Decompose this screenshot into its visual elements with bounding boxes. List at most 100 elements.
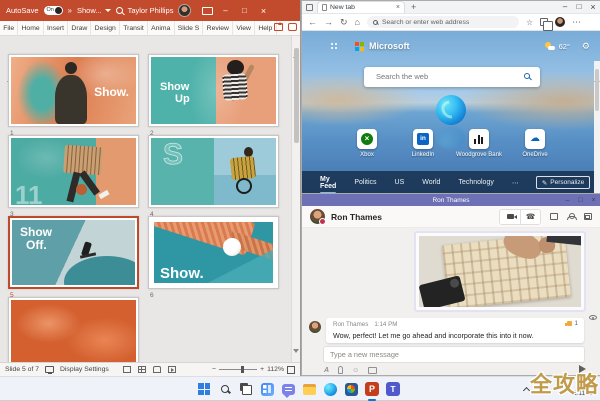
slide-panel-scrollbar[interactable]: [291, 36, 300, 362]
minimize-button[interactable]: –: [558, 2, 572, 12]
add-people-icon[interactable]: [567, 213, 575, 220]
autosave-toggle[interactable]: On: [44, 6, 63, 15]
page-scrollbar[interactable]: [594, 61, 600, 194]
feed-tab-politics[interactable]: Politics: [354, 179, 376, 186]
photos-icon[interactable]: [343, 381, 359, 397]
tab-insert[interactable]: Insert: [44, 21, 68, 36]
weather-widget[interactable]: 62°: [545, 42, 570, 51]
slide-thumbnail-4[interactable]: S: [148, 135, 279, 208]
scrollbar-thumb[interactable]: [595, 69, 599, 111]
search-icon[interactable]: [116, 7, 123, 14]
tab-view[interactable]: View: [233, 21, 255, 36]
web-search-box[interactable]: Search the web: [364, 67, 540, 87]
tab-actions-icon[interactable]: [306, 4, 313, 11]
message-sender-avatar[interactable]: [309, 321, 321, 333]
share-icon[interactable]: [274, 23, 283, 31]
powerpoint-taskbar-icon[interactable]: P: [364, 381, 380, 397]
scrollbar-thumb[interactable]: [294, 48, 299, 143]
favorites-icon[interactable]: ☆: [526, 18, 533, 27]
new-tab-button[interactable]: +: [411, 2, 416, 12]
tab-close-icon[interactable]: ×: [396, 4, 400, 11]
collections-icon[interactable]: [540, 18, 548, 26]
user-avatar[interactable]: [178, 4, 191, 17]
browser-tab-new-tab[interactable]: New tab ×: [317, 1, 405, 13]
file-explorer-icon[interactable]: [301, 381, 317, 397]
teams-taskbar-icon[interactable]: T: [385, 381, 401, 397]
personalize-button[interactable]: ✎ Personalize: [536, 176, 590, 189]
chat-message[interactable]: Ron Thames 1:14 PM 1 Wow, perfect! Let m…: [326, 318, 584, 343]
feed-tab-technology[interactable]: Technology: [458, 179, 493, 186]
tab-draw[interactable]: Draw: [68, 21, 91, 36]
comments-icon[interactable]: [288, 23, 297, 31]
contact-avatar[interactable]: [310, 209, 325, 224]
display-settings-label[interactable]: Display Settings: [60, 366, 109, 373]
tab-transitions[interactable]: Transit: [120, 21, 148, 36]
tray-chevron-icon[interactable]: [523, 387, 530, 394]
slide-thumbnail-2[interactable]: Show Up: [148, 54, 279, 127]
slide-thumbnail-6[interactable]: Show.: [148, 216, 279, 289]
back-icon[interactable]: ←: [308, 17, 317, 27]
tab-home[interactable]: Home: [18, 21, 44, 36]
format-icon[interactable]: A: [324, 367, 329, 374]
slide-sorter-icon[interactable]: [138, 366, 146, 373]
maximize-button[interactable]: □: [237, 6, 251, 15]
sent-image-message[interactable]: [414, 231, 586, 312]
audio-call-button[interactable]: ☎: [520, 210, 540, 224]
home-icon[interactable]: ⌂: [355, 17, 360, 27]
screen-share-icon[interactable]: [550, 213, 558, 220]
zoom-slider-knob[interactable]: [241, 366, 244, 373]
close-button[interactable]: ×: [256, 6, 270, 16]
emoji-icon[interactable]: ☺: [352, 367, 359, 374]
feed-tab-us[interactable]: US: [395, 179, 405, 186]
taskbar-search-icon[interactable]: [217, 381, 233, 397]
chat-icon[interactable]: [280, 381, 296, 397]
quick-link-onedrive[interactable]: ☁ OneDrive: [525, 129, 545, 149]
widgets-icon[interactable]: [259, 381, 275, 397]
search-submit-icon[interactable]: [524, 73, 530, 79]
zoom-slider[interactable]: [219, 369, 257, 370]
minimize-button[interactable]: –: [218, 6, 232, 15]
tab-design[interactable]: Design: [91, 21, 120, 36]
filename-menu[interactable]: Show...: [77, 6, 111, 15]
fit-to-window-icon[interactable]: [287, 366, 295, 374]
slide-thumbnail-3[interactable]: 11: [8, 135, 139, 208]
video-call-button[interactable]: [500, 210, 520, 224]
scroll-up-icon[interactable]: [293, 37, 300, 45]
quick-link-woodgrove-bank[interactable]: Woodgrove Bank: [469, 129, 489, 149]
close-button[interactable]: ×: [587, 197, 600, 204]
slide-thumbnail-5-selected[interactable]: Show Off.: [8, 216, 139, 289]
quick-link-xbox[interactable]: × Xbox: [357, 129, 377, 149]
microsoft-logo[interactable]: [355, 42, 364, 51]
close-button[interactable]: ×: [586, 2, 600, 12]
app-launcher-icon[interactable]: [330, 42, 339, 51]
scroll-down-icon[interactable]: [293, 353, 300, 361]
profile-avatar[interactable]: [555, 17, 565, 27]
zoom-in-button[interactable]: +: [260, 366, 264, 373]
forward-icon[interactable]: →: [324, 17, 333, 27]
tab-review[interactable]: Review: [203, 21, 233, 36]
display-settings-icon[interactable]: [45, 366, 54, 373]
zoom-out-button[interactable]: −: [212, 366, 216, 373]
slide-thumbnail-7[interactable]: [8, 297, 139, 362]
slideshow-icon[interactable]: [168, 366, 176, 373]
ribbon-display-options-icon[interactable]: [202, 7, 213, 15]
gear-icon[interactable]: ⚙: [582, 41, 590, 52]
microsoft-brand[interactable]: Microsoft: [369, 41, 410, 51]
reading-view-icon[interactable]: [153, 366, 161, 373]
maximize-button[interactable]: □: [572, 2, 586, 12]
slide-thumbnail-1[interactable]: Show.: [8, 54, 139, 127]
settings-more-icon[interactable]: ⋯: [572, 17, 581, 28]
feed-tab-world[interactable]: World: [422, 179, 440, 186]
edge-taskbar-icon[interactable]: [322, 381, 338, 397]
reaction-badge[interactable]: 1: [567, 320, 578, 327]
normal-view-icon[interactable]: [123, 366, 131, 373]
feed-tab-my-feed[interactable]: My Feed: [320, 176, 336, 190]
task-view-icon[interactable]: [238, 381, 254, 397]
giphy-icon[interactable]: [368, 367, 377, 374]
minimize-button[interactable]: –: [561, 197, 574, 204]
refresh-icon[interactable]: ↻: [340, 17, 348, 28]
start-button[interactable]: [196, 381, 212, 397]
maximize-button[interactable]: □: [574, 197, 587, 204]
tab-file[interactable]: File: [0, 21, 18, 36]
pop-out-icon[interactable]: [584, 213, 592, 220]
